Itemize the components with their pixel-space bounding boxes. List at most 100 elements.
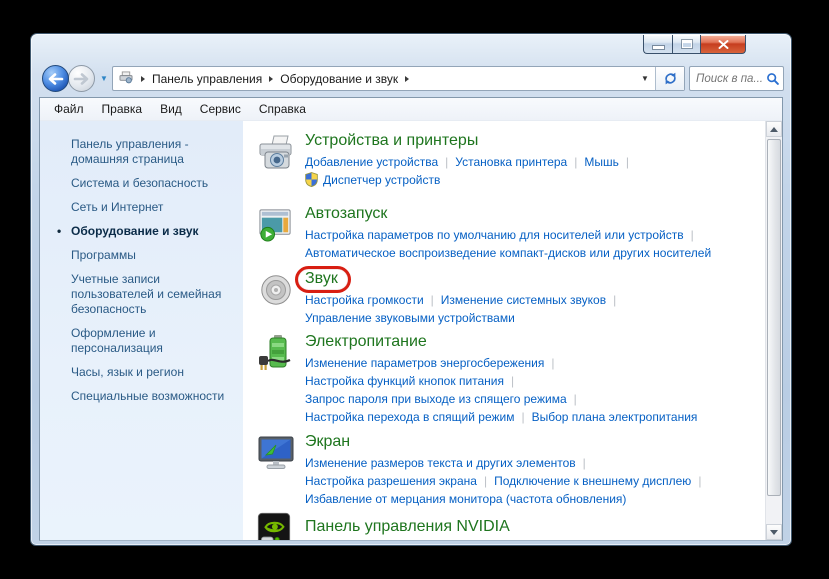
section-title-autoplay[interactable]: Автозапуск	[305, 205, 387, 223]
sidebar: Панель управления - домашняя страница Сис…	[40, 121, 243, 540]
back-arrow-icon	[47, 72, 64, 86]
section-title-power-options[interactable]: Электропитание	[305, 333, 427, 351]
section-body: Панель управления NVIDIA	[305, 511, 765, 539]
task-link[interactable]: Установка принтера	[455, 155, 567, 169]
sidebar-item-appearance-personalization[interactable]: Оформление и персонализация	[71, 326, 233, 356]
task-link[interactable]: Настройка громкости	[305, 293, 424, 307]
link-line: Изменение размеров текста и других элеме…	[305, 454, 765, 472]
minimize-button[interactable]	[643, 35, 672, 54]
task-link[interactable]: Настройка разрешения экрана	[305, 474, 477, 488]
link-line: Добавление устройства | Установка принтера…	[305, 153, 765, 171]
navigation-bar: ▼ Панель управления Оборудование и звук ▼	[40, 64, 784, 94]
menu-item-edit[interactable]: Правка	[93, 99, 152, 119]
section-title-sound[interactable]: Звук	[305, 270, 338, 288]
section-power-options: Электропитание Изменение параметров энерг…	[257, 333, 765, 426]
link-line: Изменение параметров энергосбережения|	[305, 354, 765, 372]
recent-pages-chevron-icon[interactable]: ▼	[100, 74, 108, 83]
sidebar-item-network-internet[interactable]: Сеть и Интернет	[71, 200, 233, 215]
link-separator: |	[574, 392, 577, 406]
link-line: Настройка параметров по умолчанию для но…	[305, 226, 765, 244]
search-icon[interactable]	[763, 72, 783, 86]
task-link[interactable]: Настройка параметров по умолчанию для но…	[305, 228, 684, 242]
link-separator: |	[484, 474, 487, 488]
search-input[interactable]	[690, 73, 763, 85]
section-body: Экран Изменение размеров текста и других …	[305, 433, 765, 508]
refresh-button[interactable]	[655, 67, 684, 90]
sidebar-item-system-security[interactable]: Система и безопасность	[71, 176, 233, 191]
refresh-icon	[663, 71, 678, 86]
task-link[interactable]: Выбор плана электропитания	[532, 410, 698, 424]
nvidia-icon[interactable]	[257, 512, 297, 540]
sidebar-item-hardware-sound[interactable]: •Оборудование и звук	[71, 224, 233, 239]
breadcrumb-item-0[interactable]: Панель управления	[152, 72, 262, 86]
scroll-up-button[interactable]	[766, 121, 782, 137]
forward-button[interactable]	[68, 65, 95, 92]
breadcrumb-item-1[interactable]: Оборудование и звук	[280, 72, 398, 86]
crumb-arrow-icon[interactable]	[141, 76, 145, 82]
link-line: Настройка разрешения экрана | Подключение …	[305, 472, 765, 490]
sidebar-item-label: Специальные возможности	[71, 389, 224, 403]
link-separator: |	[521, 410, 524, 424]
client-area: ФайлПравкаВидСервисСправка Панель управл…	[39, 97, 783, 541]
section-title-display[interactable]: Экран	[305, 433, 350, 451]
close-button[interactable]	[701, 35, 746, 54]
task-link[interactable]: Автоматическое воспроизведение компакт-д…	[305, 246, 711, 260]
sidebar-item-programs[interactable]: Программы	[71, 248, 233, 263]
task-link[interactable]: Изменение параметров энергосбережения	[305, 356, 544, 370]
chevron-down-icon: ▼	[641, 74, 649, 83]
sound-icon[interactable]	[257, 271, 297, 311]
crumb-arrow-icon[interactable]	[269, 76, 273, 82]
sidebar-item-label: Программы	[71, 248, 136, 262]
link-line: Избавление от мерцания монитора (частота…	[305, 490, 765, 508]
sidebar-item-ease-of-access[interactable]: Специальные возможности	[71, 389, 233, 404]
active-bullet-icon: •	[57, 224, 61, 239]
task-link[interactable]: Управление звуковыми устройствами	[305, 311, 515, 325]
sidebar-item-label: Учетные записи пользователей и семейная …	[71, 272, 221, 316]
task-link[interactable]: Мышь	[584, 155, 619, 169]
vertical-scrollbar[interactable]	[765, 121, 782, 540]
section-body: ЗвукНастройка громкости|Изменение систем…	[305, 270, 765, 327]
scroll-down-button[interactable]	[766, 524, 782, 540]
sidebar-item-home[interactable]: Панель управления - домашняя страница	[71, 137, 233, 167]
power-icon[interactable]	[257, 334, 297, 374]
link-separator: |	[626, 155, 629, 169]
autoplay-icon[interactable]	[257, 206, 297, 246]
link-line: Запрос пароля при выходе из спящего режи…	[305, 390, 765, 408]
section-title-devices-printers[interactable]: Устройства и принтеры	[305, 132, 478, 150]
display-icon[interactable]	[257, 434, 297, 474]
address-dropdown-button[interactable]: ▼	[635, 67, 655, 90]
control-panel-icon[interactable]	[118, 71, 134, 87]
forward-arrow-icon	[73, 72, 90, 86]
task-link[interactable]: Избавление от мерцания монитора (частота…	[305, 492, 626, 506]
task-link[interactable]: Добавление устройства	[305, 155, 438, 169]
task-link[interactable]: Изменение системных звуков	[441, 293, 606, 307]
task-link[interactable]: Настройка функций кнопок питания	[305, 374, 504, 388]
back-button[interactable]	[42, 65, 69, 92]
task-link[interactable]: Подключение к внешнему дисплею	[494, 474, 691, 488]
sidebar-item-clock-language-region[interactable]: Часы, язык и регион	[71, 365, 233, 380]
devices-printers-icon[interactable]	[257, 133, 297, 173]
uac-shield-icon	[305, 172, 318, 192]
sidebar-item-label: Система и безопасность	[71, 176, 208, 190]
task-link[interactable]: Диспетчер устройств	[323, 173, 440, 187]
task-link[interactable]: Настройка перехода в спящий режим	[305, 410, 514, 424]
section-body: Устройства и принтеры Добавление устройст…	[305, 132, 765, 192]
menu-item-help[interactable]: Справка	[250, 99, 315, 119]
crumb-arrow-icon[interactable]	[405, 76, 409, 82]
link-line: Диспетчер устройств	[305, 171, 765, 192]
link-line: Настройка перехода в спящий режим | Выбор …	[305, 408, 765, 426]
triangle-down-icon	[770, 530, 778, 535]
section-title-nvidia-control-panel[interactable]: Панель управления NVIDIA	[305, 518, 510, 536]
menu-item-view[interactable]: Вид	[151, 99, 191, 119]
menu-item-tools[interactable]: Сервис	[191, 99, 250, 119]
scrollbar-thumb[interactable]	[767, 139, 781, 496]
menu-item-file[interactable]: Файл	[45, 99, 93, 119]
link-separator: |	[511, 374, 514, 388]
control-panel-window: ▼ Панель управления Оборудование и звук ▼…	[30, 33, 792, 546]
maximize-button[interactable]	[672, 35, 701, 54]
maximize-icon	[682, 40, 692, 48]
sidebar-item-label: Часы, язык и регион	[71, 365, 184, 379]
task-link[interactable]: Запрос пароля при выходе из спящего режи…	[305, 392, 567, 406]
task-link[interactable]: Изменение размеров текста и других элеме…	[305, 456, 576, 470]
sidebar-item-user-accounts[interactable]: Учетные записи пользователей и семейная …	[71, 272, 233, 317]
